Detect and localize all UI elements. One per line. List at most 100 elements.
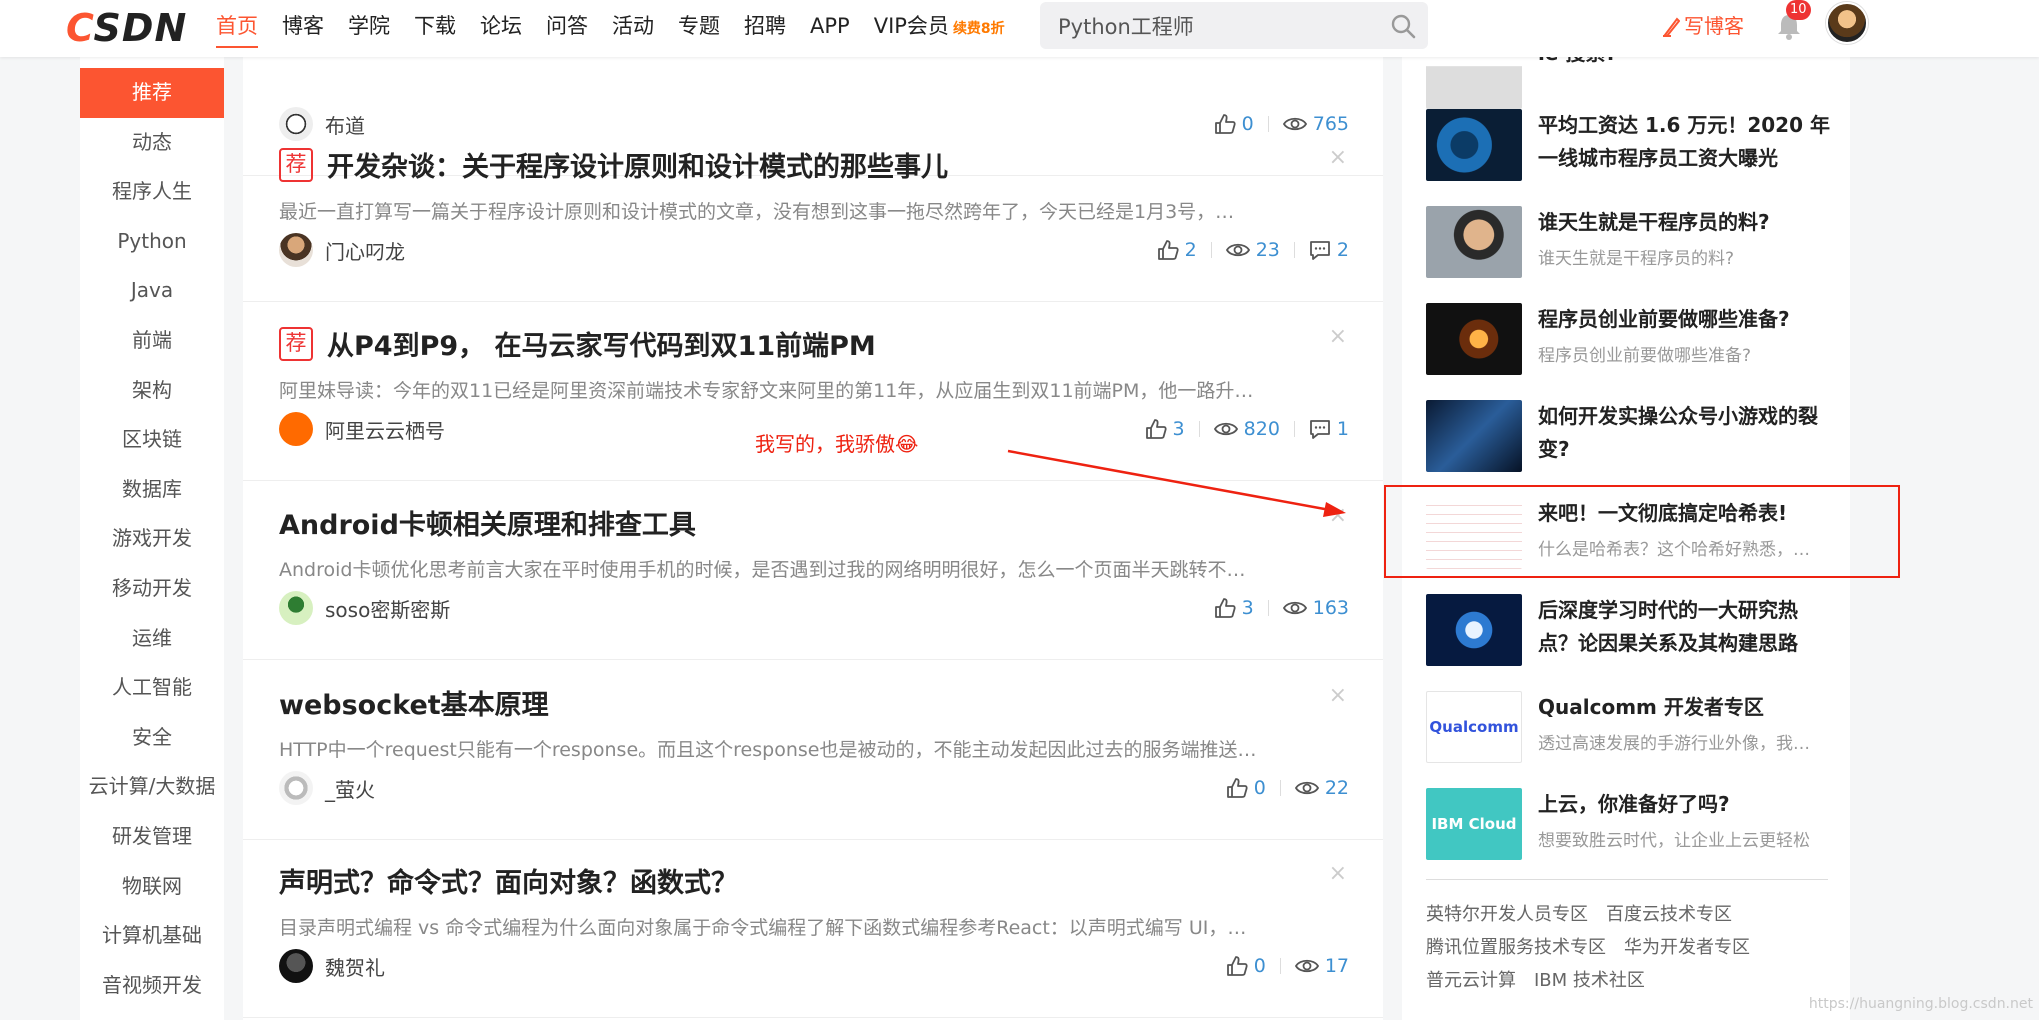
dismiss-button[interactable]: × xyxy=(1329,324,1347,349)
thumbs-up-icon xyxy=(1157,240,1179,260)
view-count: 163 xyxy=(1282,597,1349,619)
nav-item-1[interactable]: 博客 xyxy=(282,0,324,52)
recommend-item[interactable]: 平均工资达 1.6 万元！2020 年一线城市程序员工资大曝光 xyxy=(1426,109,1831,181)
sidebar-item-5[interactable]: 前端 xyxy=(80,316,224,366)
like-count[interactable]: 0 xyxy=(1226,777,1266,799)
author[interactable]: 门心叼龙 xyxy=(279,233,405,267)
sidebar-item-7[interactable]: 区块链 xyxy=(80,415,224,465)
comment-count[interactable]: 2 xyxy=(1309,239,1349,261)
author[interactable]: 魏贺礼 xyxy=(279,949,385,983)
thumbs-up-icon xyxy=(1226,956,1248,976)
developer-zone-link[interactable]: 普元云计算 xyxy=(1426,970,1516,991)
sidebar-item-11[interactable]: 运维 xyxy=(80,614,224,664)
recommend-item[interactable]: 谁天生就是干程序员的料? 谁天生就是干程序员的料? xyxy=(1426,206,1831,278)
sidebar-item-13[interactable]: 安全 xyxy=(80,713,224,763)
author[interactable]: soso密斯密斯 xyxy=(279,591,450,625)
nav-item-6[interactable]: 活动 xyxy=(612,0,654,52)
developer-zone-link[interactable]: IBM 技术社区 xyxy=(1534,970,1645,991)
article-stats: 0 17 xyxy=(1226,955,1349,977)
sidebar-item-8[interactable]: 数据库 xyxy=(80,465,224,515)
nav-item-10[interactable]: VIP会员 续费8折 xyxy=(874,0,1005,52)
article-title[interactable]: 声明式？命令式？面向对象？函数式？ xyxy=(279,861,738,900)
thumbs-up-icon xyxy=(1145,419,1167,439)
feed-item[interactable]: 声明式？命令式？面向对象？函数式？ 目录声明式编程 vs 命令式编程为什么面向对象… xyxy=(243,839,1383,1018)
nav-item-8[interactable]: 招聘 xyxy=(744,0,786,52)
nav-item-5[interactable]: 问答 xyxy=(546,0,588,52)
nav-item-4[interactable]: 论坛 xyxy=(480,0,522,52)
nav-item-3[interactable]: 下载 xyxy=(414,0,456,52)
author[interactable]: _萤火 xyxy=(279,771,375,805)
dismiss-button[interactable]: × xyxy=(1329,861,1347,886)
search-icon[interactable] xyxy=(1390,13,1416,39)
write-blog-button[interactable]: 写博客 xyxy=(1662,10,1744,42)
feed-item[interactable]: Android卡顿相关原理和排查工具 Android卡顿优化思考前言大家在平时使用… xyxy=(243,481,1383,660)
article-stats: 0 22 xyxy=(1226,777,1349,799)
dismiss-button[interactable]: × xyxy=(1329,145,1347,170)
zones-divider xyxy=(1426,879,1828,880)
recommend-title: 如何开发实操公众号小游戏的裂变? xyxy=(1538,404,1818,461)
csdn-logo[interactable]: CSDN xyxy=(66,6,187,50)
recommend-item[interactable]: 后深度学习时代的一大研究热点？论因果关系及其构建思路 xyxy=(1426,594,1831,666)
user-avatar[interactable] xyxy=(1826,2,1868,44)
dismiss-button[interactable]: × xyxy=(1329,683,1347,708)
sidebar-item-15[interactable]: 研发管理 xyxy=(80,812,224,862)
sidebar-item-18[interactable]: 音视频开发 xyxy=(80,961,224,1011)
article-title[interactable]: 荐开发杂谈：关于程序设计原则和设计模式的那些事儿 xyxy=(279,145,948,184)
recommend-item[interactable]: 来吧！一文彻底搞定哈希表! 什么是哈希表？这个哈希好熟悉，… xyxy=(1426,497,1831,569)
sidebar-item-12[interactable]: 人工智能 xyxy=(80,663,224,713)
recommend-item[interactable]: IBM Cloud 上云，你准备好了吗? 想要致胜云时代，让企业上云更轻松 xyxy=(1426,788,1831,860)
like-count[interactable]: 3 xyxy=(1214,597,1254,619)
author-avatar xyxy=(279,771,313,805)
like-count[interactable]: 0 xyxy=(1226,955,1266,977)
article-title[interactable]: websocket基本原理 xyxy=(279,683,549,722)
view-count: 820 xyxy=(1213,418,1280,440)
nav-item-9[interactable]: APP xyxy=(810,0,850,52)
article-summary: 阿里妹导读：今年的双11已经是阿里资深前端技术专家舒文来阿里的第11年，从应届生… xyxy=(279,380,1254,402)
developer-zones: 英特尔开发人员专区 百度云技术专区 腾讯位置服务技术专区 华为开发者专区普元云计算 IB… xyxy=(1426,898,1846,997)
article-summary: 最近一直打算写一篇关于程序设计原则和设计模式的文章，没有想到这事一拖尽然跨年了，… xyxy=(279,201,1235,223)
feed-item[interactable]: 荐开发杂谈：关于程序设计原则和设计模式的那些事儿最近一直打算写一篇关于程序设计原… xyxy=(243,123,1383,302)
article-title[interactable]: Android卡顿相关原理和排查工具 xyxy=(279,503,696,542)
recommend-thumbnail xyxy=(1426,109,1522,181)
developer-zone-link[interactable]: 腾讯位置服务技术专区 xyxy=(1426,937,1606,958)
search-input[interactable] xyxy=(1058,2,1378,49)
sidebar-item-2[interactable]: 程序人生 xyxy=(80,167,224,217)
recommend-title: 谁天生就是干程序员的料? xyxy=(1538,210,1770,234)
feed-item[interactable]: websocket基本原理 HTTP中一个request只能有一个response… xyxy=(243,661,1383,840)
like-count[interactable]: 2 xyxy=(1157,239,1197,261)
recommend-title: 上云，你准备好了吗? xyxy=(1538,792,1730,816)
developer-zone-link[interactable]: 华为开发者专区 xyxy=(1624,937,1750,958)
view-count: 22 xyxy=(1294,777,1349,799)
article-feed: 布道 0 765 荐开发杂谈：关于程序设计原则和设计模式的那些事儿 最近一直打算写一篇关… xyxy=(243,57,1383,1020)
sidebar-item-9[interactable]: 游戏开发 xyxy=(80,514,224,564)
recommended-tag: 荐 xyxy=(279,147,313,182)
recommend-thumbnail xyxy=(1426,594,1522,666)
sidebar-item-3[interactable]: Python xyxy=(80,217,224,267)
dismiss-button[interactable]: × xyxy=(1329,503,1347,528)
article-summary: Android卡顿优化思考前言大家在平时使用手机的时候，是否遇到过我的网络明明很… xyxy=(279,559,1246,581)
developer-zone-link[interactable]: 百度云技术专区 xyxy=(1606,904,1732,925)
like-count[interactable]: 3 xyxy=(1145,418,1185,440)
nav-item-0[interactable]: 首页 xyxy=(216,0,258,52)
developer-zone-link[interactable]: 英特尔开发人员专区 xyxy=(1426,904,1588,925)
sidebar-item-16[interactable]: 物联网 xyxy=(80,862,224,912)
nav-item-2[interactable]: 学院 xyxy=(348,0,390,52)
eye-icon xyxy=(1225,243,1250,257)
sidebar-item-4[interactable]: Java xyxy=(80,266,224,316)
sidebar-item-14[interactable]: 云计算/大数据 xyxy=(80,762,224,812)
category-sidebar: 推荐 动态 程序人生 Python Java 前端 架构 区块链 数据库 游戏开发 移动开发 运维 人工… xyxy=(80,57,224,1020)
recommend-item[interactable]: Qualcomm Qualcomm 开发者专区 透过高速发展的手游行业外像，我… xyxy=(1426,691,1831,763)
sidebar-item-10[interactable]: 移动开发 xyxy=(80,564,224,614)
sidebar-item-17[interactable]: 计算机基础 xyxy=(80,911,224,961)
eye-icon xyxy=(1282,601,1307,615)
comment-count[interactable]: 1 xyxy=(1309,418,1349,440)
nav-item-7[interactable]: 专题 xyxy=(678,0,720,52)
notification-count-badge: 10 xyxy=(1786,0,1811,20)
author[interactable]: 阿里云云栖号 xyxy=(279,412,445,446)
sidebar-item-0[interactable]: 推荐 xyxy=(80,68,224,118)
recommend-item[interactable]: 如何开发实操公众号小游戏的裂变? xyxy=(1426,400,1831,472)
sidebar-item-6[interactable]: 架构 xyxy=(80,366,224,416)
recommend-item[interactable]: 程序员创业前要做哪些准备? 程序员创业前要做哪些准备? xyxy=(1426,303,1831,375)
sidebar-item-1[interactable]: 动态 xyxy=(80,118,224,168)
article-title[interactable]: 荐从P4到P9， 在马云家写代码到双11前端PM xyxy=(279,324,876,363)
